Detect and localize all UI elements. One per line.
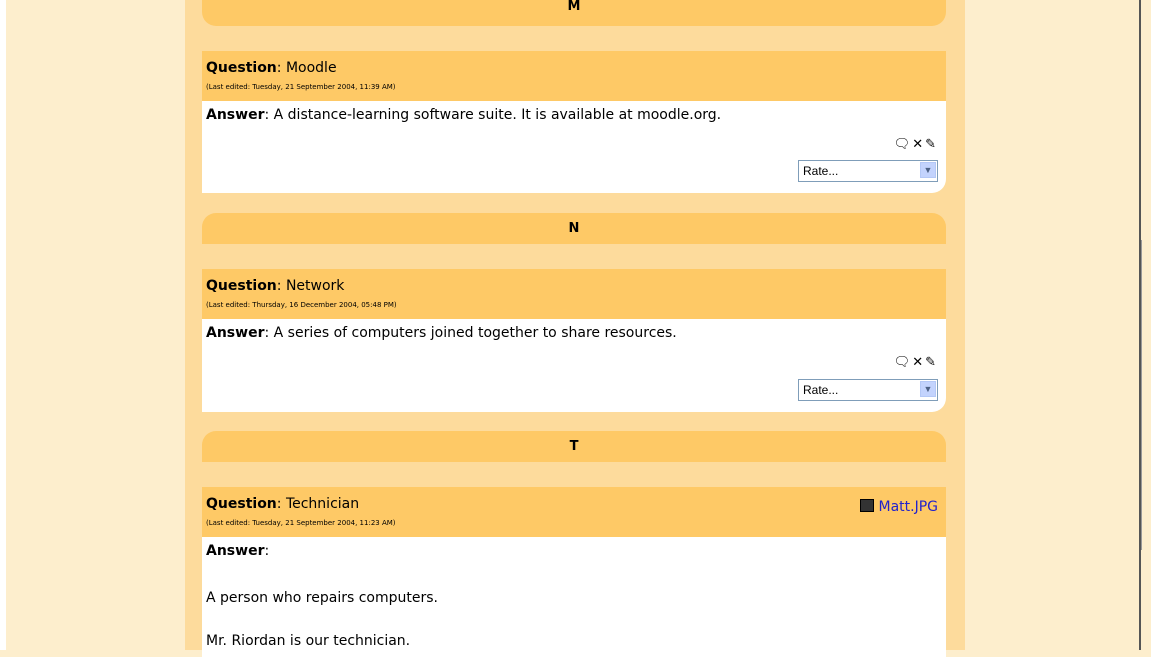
- attachment-link[interactable]: Matt.JPG: [860, 499, 938, 515]
- last-edited: (Last edited: Tuesday, 21 September 2004…: [206, 83, 396, 91]
- image-icon: [860, 499, 875, 512]
- section-letter: N: [568, 221, 580, 236]
- comment-icon[interactable]: 🗨: [894, 137, 913, 152]
- question-line: Question: Moodle: [206, 60, 337, 76]
- question-text: Moodle: [285, 60, 337, 76]
- window-left-edge: [0, 0, 6, 650]
- answer-line: Answer:: [206, 543, 270, 559]
- edit-icon[interactable]: ✎: [925, 355, 938, 370]
- question-text: Network: [285, 278, 345, 294]
- glossary-entry-technician: Question: Technician (Last edited: Tuesd…: [202, 487, 946, 657]
- answer-line: Answer: A series of computers joined tog…: [206, 325, 677, 341]
- attachment-name[interactable]: Matt.JPG: [878, 499, 938, 515]
- entry-body: Answer: A series of computers joined tog…: [202, 319, 946, 412]
- entry-body: Answer: A person who repairs computers. …: [202, 537, 946, 657]
- scrollbar-thumb[interactable]: [1141, 240, 1150, 550]
- delete-icon[interactable]: ✕: [912, 137, 925, 152]
- last-edited: (Last edited: Thursday, 16 December 2004…: [206, 301, 397, 309]
- entry-header: Question: Moodle (Last edited: Tuesday, …: [202, 51, 946, 101]
- delete-icon[interactable]: ✕: [912, 355, 925, 370]
- answer-line: Answer: A distance-learning software sui…: [206, 107, 722, 123]
- question-line: Question: Network: [206, 278, 345, 294]
- vertical-scrollbar[interactable]: [1139, 0, 1151, 650]
- section-letter: M: [567, 0, 581, 14]
- answer-text: A series of computers joined together to…: [273, 325, 677, 341]
- comment-icon[interactable]: 🗨: [894, 355, 913, 370]
- entry-actions: 🗨✕✎: [894, 355, 938, 370]
- chevron-down-icon[interactable]: ▼: [920, 162, 936, 178]
- glossary-entry-moodle: Question: Moodle (Last edited: Tuesday, …: [202, 51, 946, 193]
- chevron-down-icon[interactable]: ▼: [920, 381, 936, 397]
- question-line: Question: Technician: [206, 496, 360, 512]
- section-header-m: M: [202, 0, 946, 26]
- answer-label: Answer: [206, 107, 265, 123]
- answer-label: Answer: [206, 543, 265, 559]
- question-label: Question: [206, 496, 277, 512]
- rate-value: Rate...: [803, 383, 839, 397]
- section-header-n: N: [202, 213, 946, 244]
- question-label: Question: [206, 60, 277, 76]
- answer-text: A distance-learning software suite. It i…: [273, 107, 722, 123]
- rate-value: Rate...: [803, 164, 839, 178]
- answer-paragraph: Mr. Riordan is our technician.: [206, 633, 411, 649]
- entry-header: Question: Technician (Last edited: Tuesd…: [202, 487, 946, 537]
- entry-body: Answer: A distance-learning software sui…: [202, 101, 946, 193]
- last-edited: (Last edited: Tuesday, 21 September 2004…: [206, 519, 396, 527]
- entry-header: Question: Network (Last edited: Thursday…: [202, 269, 946, 319]
- rate-select[interactable]: Rate... ▼: [798, 160, 938, 182]
- answer-label: Answer: [206, 325, 265, 341]
- answer-paragraph: A person who repairs computers.: [206, 590, 438, 606]
- question-text: Technician: [285, 496, 360, 512]
- entry-actions: 🗨✕✎: [894, 137, 938, 152]
- rate-select[interactable]: Rate... ▼: [798, 379, 938, 401]
- question-label: Question: [206, 278, 277, 294]
- edit-icon[interactable]: ✎: [925, 137, 938, 152]
- section-header-t: T: [202, 431, 946, 462]
- section-letter: T: [569, 439, 579, 454]
- glossary-entry-network: Question: Network (Last edited: Thursday…: [202, 269, 946, 412]
